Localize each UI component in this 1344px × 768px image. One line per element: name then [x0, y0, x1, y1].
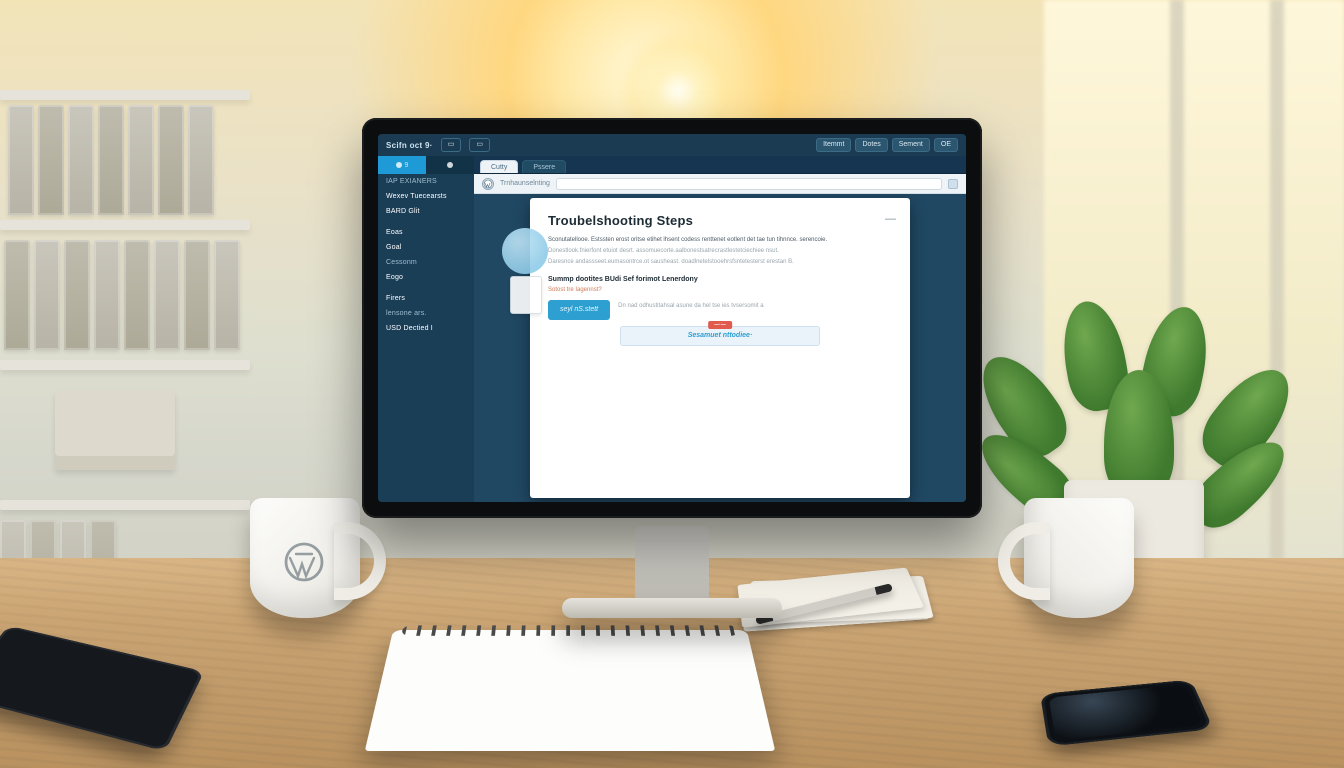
- footer-banner[interactable]: —·— Sesamuet nttodiee·: [620, 326, 820, 346]
- topbar-spacer: ▭: [469, 138, 490, 152]
- browser-bar: Trnhaunselnting: [474, 174, 966, 194]
- cta-button[interactable]: seyl nS.stett: [548, 300, 610, 319]
- dot-icon: [396, 162, 402, 168]
- topbar-chip[interactable]: Dotes: [855, 138, 887, 152]
- article-title: Troubelshooting Steps: [548, 212, 892, 230]
- sidebar-tab[interactable]: [426, 156, 474, 174]
- toolbar-button[interactable]: [948, 179, 958, 189]
- article-card: — Troubelshooting Steps Sconutatellooe. …: [530, 198, 910, 498]
- sidebar-item[interactable]: Cessonm: [378, 255, 474, 270]
- sidebar: 9 IAP EXIANERSWexev TuecearstsBARD Glit E…: [378, 156, 474, 502]
- sidebar-item[interactable]: lensone ars.: [378, 306, 474, 321]
- mug-right: [1024, 498, 1134, 618]
- sidebar-item[interactable]: Eogo: [378, 270, 474, 285]
- page-canvas: — Troubelshooting Steps Sconutatellooe. …: [474, 194, 966, 502]
- sidebar-item[interactable]: Wexev Tuecearsts: [378, 189, 474, 204]
- collapse-icon[interactable]: —: [885, 212, 896, 227]
- document-tabstrip: Cutty Pssere: [474, 156, 966, 174]
- article-illustration: [502, 228, 548, 274]
- topbar-spacer: ▭: [441, 138, 462, 152]
- banner-label: Sesamuet nttodiee·: [688, 331, 753, 340]
- wordpress-icon: [482, 178, 494, 190]
- topbar-chip[interactable]: OE: [934, 138, 958, 152]
- article-footnote: Dn nad odhustitahsal asune da hel tse ie…: [618, 302, 892, 311]
- dot-icon: [447, 162, 453, 168]
- notebook: [365, 630, 776, 751]
- sidebar-item[interactable]: IAP EXIANERS: [378, 174, 474, 189]
- app-brand: Scifn oct 9·: [386, 141, 433, 150]
- sidebar-item[interactable]: Firers: [378, 291, 474, 306]
- wordpress-icon: [284, 542, 324, 582]
- topbar-chip[interactable]: Itemmt: [816, 138, 851, 152]
- monitor: Scifn oct 9· ▭ ▭ Itemmt Dotes Sement OE: [362, 118, 982, 518]
- warn-badge: —·—: [708, 321, 732, 330]
- doc-tab-secondary[interactable]: Pssere: [522, 160, 566, 173]
- doc-tab-primary[interactable]: Cutty: [480, 160, 518, 173]
- article-link[interactable]: Sotost tre Iagennst?: [548, 286, 892, 294]
- sidebar-item[interactable]: Eoas: [378, 225, 474, 240]
- article-paragraph: Sconutatellooe. Estssten erost oritse et…: [548, 236, 892, 245]
- mug-left: [250, 498, 360, 618]
- article-paragraph: Daresnce andassseet.eumasontrce.ot saush…: [548, 258, 892, 267]
- topbar-chip[interactable]: Sement: [892, 138, 930, 152]
- article-subheading: Summp dootites BUdi Sef forimot Lenerdon…: [548, 275, 892, 284]
- desk-scene: Scifn oct 9· ▭ ▭ Itemmt Dotes Sement OE: [0, 0, 1344, 768]
- bookshelf: [0, 90, 260, 570]
- breadcrumb: Trnhaunselnting: [500, 180, 550, 187]
- app-topbar: Scifn oct 9· ▭ ▭ Itemmt Dotes Sement OE: [378, 134, 966, 156]
- sidebar-item[interactable]: BARD Glit: [378, 204, 474, 219]
- main-pane: Cutty Pssere Trnhaunselnting: [474, 156, 966, 502]
- url-field[interactable]: [556, 178, 942, 190]
- sidebar-item[interactable]: USD Dectied I: [378, 321, 474, 336]
- article-paragraph: Donestlook.fnierfont etuiot desrt. assom…: [548, 247, 892, 256]
- sidebar-item[interactable]: Goal: [378, 240, 474, 255]
- sidebar-tab-active[interactable]: 9: [378, 156, 426, 174]
- screen: Scifn oct 9· ▭ ▭ Itemmt Dotes Sement OE: [378, 134, 966, 502]
